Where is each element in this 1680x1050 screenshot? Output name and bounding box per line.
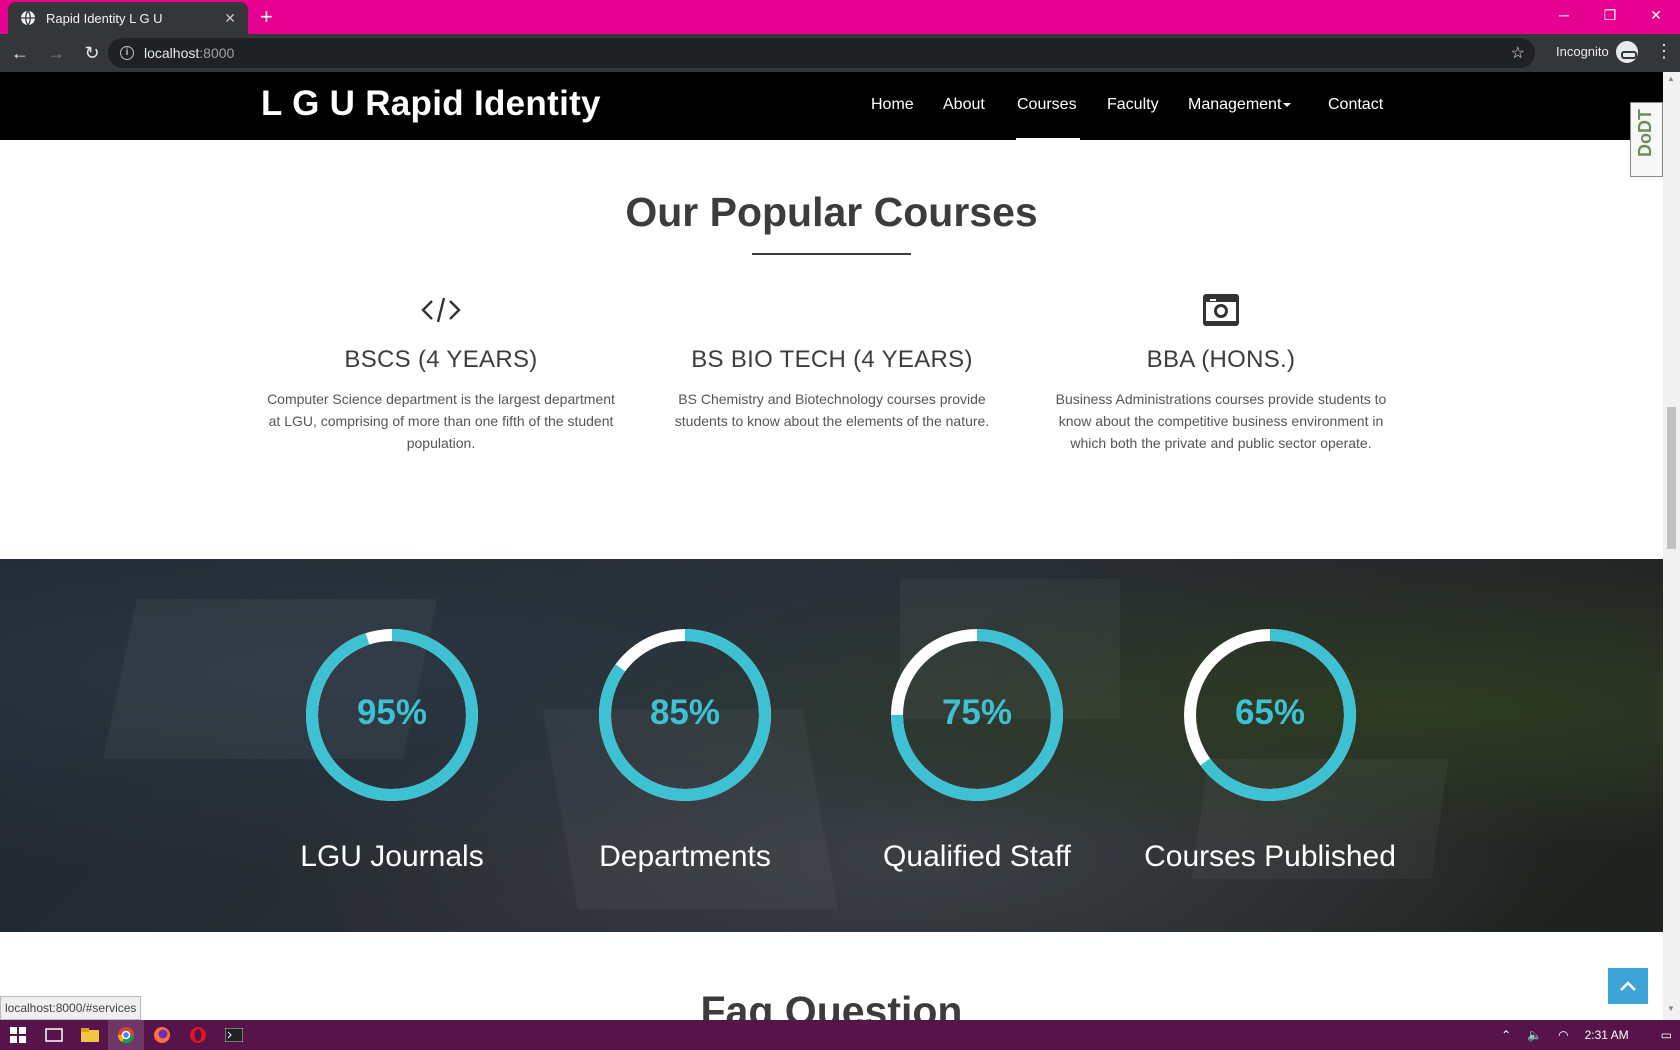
file-explorer-icon[interactable]	[72, 1020, 108, 1050]
stat-label: Departments	[599, 840, 771, 873]
page-viewport: L G U Rapid Identity Home About Courses …	[0, 72, 1663, 1020]
site-brand[interactable]: L G U Rapid Identity	[261, 84, 601, 124]
system-tray: ⌃ 🔈 ◠ 2:31 AM ▭	[1493, 1020, 1680, 1050]
course-description: Business Administrations courses provide…	[1055, 391, 1387, 451]
chevron-up-icon	[1620, 981, 1636, 991]
nav-management[interactable]: Management	[1188, 96, 1292, 114]
incognito-label: Incognito	[1556, 44, 1609, 59]
page-scrollbar[interactable]: ▲ ▼	[1663, 72, 1680, 1020]
tab-title: Rapid Identity L G U	[46, 10, 163, 26]
reload-icon[interactable]: ↻	[76, 37, 108, 69]
browser-toolbar: ← → ↻ i localhost:8000 ☆	[0, 34, 1680, 72]
chrome-icon[interactable]	[108, 1020, 144, 1050]
restore-icon[interactable]: ❐	[1587, 0, 1633, 30]
chevron-up-icon[interactable]: ⌃	[1501, 1028, 1511, 1042]
windows-start-icon[interactable]	[0, 1020, 36, 1050]
stat-percent: 85%	[649, 693, 721, 732]
scroll-up-icon[interactable]: ▲	[1667, 74, 1675, 83]
stat-percent: 75%	[941, 693, 1013, 732]
stat-label: Qualified Staff	[883, 840, 1071, 873]
course-description: Computer Science department is the large…	[267, 391, 615, 451]
course-card: BSCS (4 YEARS) Computer Science departme…	[261, 288, 621, 454]
os-taskbar: ⌃ 🔈 ◠ 2:31 AM ▭	[0, 1020, 1680, 1050]
browser-menu-icon[interactable]: ⋮	[1655, 42, 1673, 60]
volume-icon[interactable]: 🔈	[1527, 1028, 1542, 1042]
course-name: BSCS (4 YEARS)	[344, 346, 538, 373]
new-tab-icon[interactable]: +	[260, 5, 273, 29]
window-close-icon[interactable]: ✕	[1633, 0, 1679, 30]
course-card: BS BIO TECH (4 YEARS) BS Chemistry and B…	[652, 288, 1012, 432]
devtools-side-tab-label: DoDT	[1635, 109, 1655, 157]
title-divider	[752, 253, 911, 255]
nav-contact[interactable]: Contact	[1328, 96, 1383, 114]
nav-home[interactable]: Home	[871, 96, 914, 114]
scroll-to-top-button[interactable]	[1608, 968, 1648, 1004]
nav-courses[interactable]: Courses	[1017, 96, 1077, 114]
forward-icon[interactable]: →	[40, 37, 72, 69]
minimize-icon[interactable]: ─	[1541, 0, 1587, 30]
course-name: BS BIO TECH (4 YEARS)	[691, 346, 973, 373]
globe-icon	[21, 10, 35, 26]
tab-close-icon[interactable]: ✕	[224, 10, 236, 27]
url-host: localhost	[144, 45, 200, 61]
task-view-icon[interactable]	[36, 1020, 72, 1050]
course-card: BBA (HONS.) Business Administrations cou…	[1041, 288, 1401, 454]
stat-percent: 95%	[356, 693, 428, 732]
status-bubble: localhost:8000/#services	[0, 996, 142, 1020]
nav-active-indicator	[1016, 138, 1080, 140]
opera-icon[interactable]	[180, 1020, 216, 1050]
address-bar[interactable]: i localhost:8000 ☆	[108, 38, 1535, 68]
faq-title: Faq Question	[700, 988, 963, 1020]
scroll-down-icon[interactable]: ▼	[1667, 1004, 1675, 1013]
camera-icon	[1041, 288, 1401, 332]
courses-title: Our Popular Courses	[625, 189, 1038, 235]
code-icon	[261, 288, 621, 332]
nav-management-label: Management	[1188, 96, 1282, 113]
nav-about[interactable]: About	[943, 96, 985, 114]
devtools-side-tab[interactable]: DoDT	[1630, 102, 1663, 177]
course-description: BS Chemistry and Biotechnology courses p…	[674, 391, 990, 429]
stat-label: LGU Journals	[300, 840, 484, 873]
notifications-icon[interactable]: ▭	[1661, 1028, 1672, 1042]
clock[interactable]: 2:31 AM	[1585, 1028, 1629, 1042]
course-name: BBA (HONS.)	[1146, 346, 1296, 373]
browser-tab[interactable]: Rapid Identity L G U ✕	[8, 2, 248, 34]
site-navbar: L G U Rapid Identity Home About Courses …	[0, 72, 1663, 140]
caret-down-icon	[1283, 102, 1292, 107]
nav-faculty[interactable]: Faculty	[1107, 96, 1159, 114]
back-icon[interactable]: ←	[4, 37, 36, 69]
stats-section: 95% LGU Journals 85% Departments 75% Qua…	[0, 559, 1663, 932]
terminal-icon[interactable]	[216, 1020, 252, 1050]
url-port: :8000	[199, 45, 235, 61]
incognito-icon[interactable]	[1616, 41, 1638, 63]
scrollbar-thumb[interactable]	[1667, 407, 1676, 549]
bookmark-star-icon[interactable]: ☆	[1511, 43, 1525, 63]
site-info-icon[interactable]: i	[120, 46, 134, 60]
browser-titlebar: Rapid Identity L G U ✕ + ─ ❐ ✕	[0, 0, 1680, 34]
stat-label: Courses Published	[1144, 840, 1396, 873]
stat-percent: 65%	[1234, 693, 1306, 732]
wifi-icon[interactable]: ◠	[1558, 1028, 1568, 1042]
firefox-icon[interactable]	[144, 1020, 180, 1050]
